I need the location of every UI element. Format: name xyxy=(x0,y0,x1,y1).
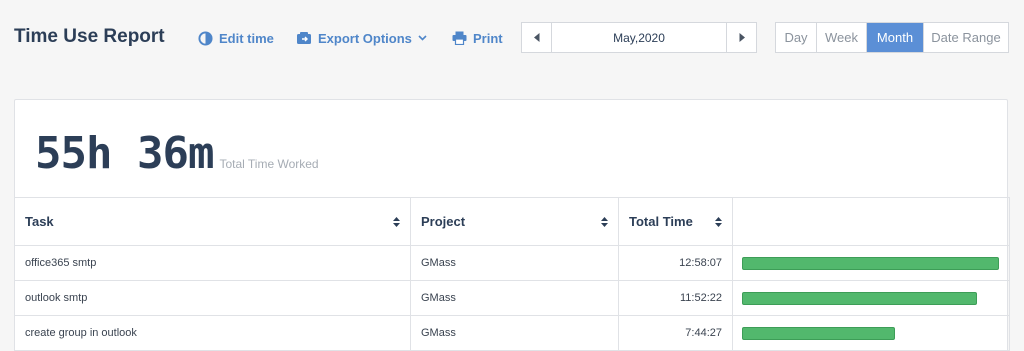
table-row[interactable]: create group in outlook GMass 7:44:27 xyxy=(14,315,1010,351)
time-bar-track xyxy=(742,326,999,340)
total-time-value: 55h 36m xyxy=(35,128,214,179)
current-period-label[interactable]: May,2020 xyxy=(552,23,726,52)
bar-cell xyxy=(732,280,1010,316)
next-period-button[interactable] xyxy=(726,23,756,52)
column-header-total-time[interactable]: Total Time xyxy=(618,197,733,246)
time-bar-track xyxy=(742,256,999,270)
time-use-table: Task Project Total Time office365 smtp G… xyxy=(14,197,1010,351)
table-header-row: Task Project Total Time xyxy=(14,197,1010,246)
export-options-button[interactable]: Export Options xyxy=(296,28,427,48)
previous-period-button[interactable] xyxy=(522,23,552,52)
total-time-label: Total Time Worked xyxy=(219,157,319,171)
time-bar xyxy=(742,291,978,305)
sort-icon xyxy=(601,216,608,227)
task-cell: outlook smtp xyxy=(14,280,411,316)
page-title: Time Use Report xyxy=(14,26,165,47)
bar-cell xyxy=(732,315,1010,351)
range-selector: Day Week Month Date Range xyxy=(775,22,1009,53)
print-label: Print xyxy=(473,30,503,46)
time-bar xyxy=(742,256,999,270)
time-bar-track xyxy=(742,291,999,305)
report-card: 55h 36m Total Time Worked Task Project T… xyxy=(14,99,1010,351)
total-time-cell: 11:52:22 xyxy=(618,280,733,316)
range-date-range-button[interactable]: Date Range xyxy=(923,23,1008,52)
edit-time-button[interactable]: Edit time xyxy=(198,28,274,48)
project-cell: GMass xyxy=(410,245,619,281)
chevron-down-icon xyxy=(418,35,427,41)
total-time-cell: 12:58:07 xyxy=(618,245,733,281)
printer-icon xyxy=(452,31,467,45)
report-toolbar: Time Use Report Edit time Export Options… xyxy=(0,0,1024,78)
column-header-bar xyxy=(732,197,1010,246)
range-month-button[interactable]: Month xyxy=(866,23,923,52)
caret-right-icon xyxy=(739,33,745,42)
column-header-project[interactable]: Project xyxy=(410,197,619,246)
column-header-project-label: Project xyxy=(421,214,466,229)
project-cell: GMass xyxy=(410,280,619,316)
task-cell: create group in outlook xyxy=(14,315,411,351)
caret-left-icon xyxy=(533,33,539,42)
table-row[interactable]: office365 smtp GMass 12:58:07 xyxy=(14,245,1010,281)
column-header-task-label: Task xyxy=(25,214,54,229)
time-bar xyxy=(742,326,896,340)
task-cell: office365 smtp xyxy=(14,245,411,281)
sort-icon xyxy=(715,216,722,227)
print-button[interactable]: Print xyxy=(452,28,503,48)
range-week-button[interactable]: Week xyxy=(816,23,866,52)
export-options-label: Export Options xyxy=(318,30,412,46)
table-row[interactable]: outlook smtp GMass 11:52:22 xyxy=(14,280,1010,316)
column-header-total-time-label: Total Time xyxy=(629,214,693,229)
sort-icon xyxy=(393,216,400,227)
edit-time-label: Edit time xyxy=(219,30,274,46)
range-day-button[interactable]: Day xyxy=(776,23,816,52)
date-navigator: May,2020 xyxy=(521,22,757,53)
project-cell: GMass xyxy=(410,315,619,351)
total-summary: 55h 36m Total Time Worked xyxy=(35,128,319,179)
clock-pie-icon xyxy=(198,30,213,46)
total-time-cell: 7:44:27 xyxy=(618,315,733,351)
bar-cell xyxy=(732,245,1010,281)
export-icon xyxy=(297,32,311,44)
column-header-task[interactable]: Task xyxy=(14,197,411,246)
